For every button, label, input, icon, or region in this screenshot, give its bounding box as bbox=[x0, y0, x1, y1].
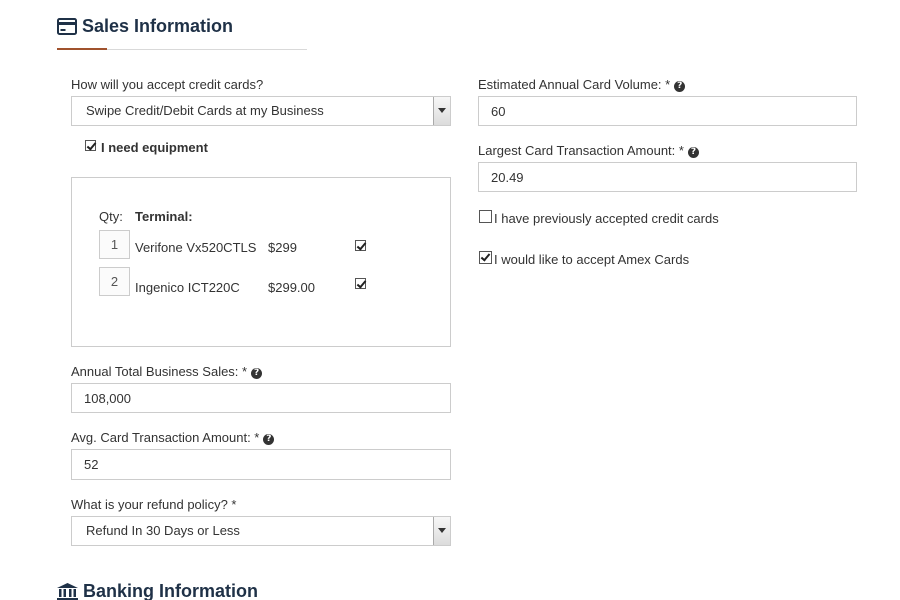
accept-cards-value: Swipe Credit/Debit Cards at my Business bbox=[86, 103, 324, 118]
banking-section-title: Banking Information bbox=[83, 581, 258, 600]
refund-policy-label: What is your refund policy? * bbox=[71, 497, 237, 512]
largest-transaction-label: Largest Card Transaction Amount: *? bbox=[478, 143, 699, 158]
accept-cards-select[interactable]: Swipe Credit/Debit Cards at my Business bbox=[71, 96, 451, 126]
annual-sales-input[interactable]: 108,000 bbox=[71, 383, 451, 413]
chevron-down-icon[interactable] bbox=[433, 517, 450, 545]
help-icon[interactable]: ? bbox=[687, 147, 699, 158]
qty-input[interactable]: 2 bbox=[99, 267, 130, 296]
refund-policy-value: Refund In 30 Days or Less bbox=[86, 523, 240, 538]
help-icon[interactable]: ? bbox=[674, 81, 686, 92]
annual-sales-label-text: Annual Total Business Sales: * bbox=[71, 364, 248, 379]
chevron-down-icon[interactable] bbox=[433, 97, 450, 125]
sales-section-title: Sales Information bbox=[82, 16, 234, 36]
credit-card-icon bbox=[57, 18, 77, 35]
help-icon[interactable]: ? bbox=[251, 368, 263, 379]
equipment-panel: Qty: Terminal: 1 Verifone Vx520CTLS $299… bbox=[71, 177, 451, 347]
banking-section-header: Banking Information bbox=[57, 580, 317, 600]
terminal-select-checkbox[interactable] bbox=[355, 278, 366, 289]
terminal-header: Terminal: bbox=[135, 209, 193, 224]
need-equipment-checkbox[interactable] bbox=[85, 140, 96, 151]
est-volume-input[interactable]: 60 bbox=[478, 96, 857, 126]
amex-checkbox[interactable] bbox=[479, 251, 492, 264]
terminal-select-checkbox[interactable] bbox=[355, 240, 366, 251]
avg-transaction-input[interactable]: 52 bbox=[71, 449, 451, 480]
prev-accepted-checkbox[interactable] bbox=[479, 210, 492, 223]
avg-transaction-label: Avg. Card Transaction Amount: *? bbox=[71, 430, 275, 445]
bank-icon bbox=[57, 583, 78, 600]
qty-header: Qty: bbox=[99, 209, 123, 224]
help-icon[interactable]: ? bbox=[263, 434, 275, 445]
avg-transaction-label-text: Avg. Card Transaction Amount: * bbox=[71, 430, 260, 445]
equipment-row: 1 Verifone Vx520CTLS $299 bbox=[99, 230, 429, 260]
accept-cards-label: How will you accept credit cards? bbox=[71, 77, 264, 92]
largest-transaction-label-text: Largest Card Transaction Amount: * bbox=[478, 143, 684, 158]
terminal-name: Verifone Vx520CTLS bbox=[135, 240, 257, 255]
equipment-row: 2 Ingenico ICT220C $299.00 bbox=[99, 267, 429, 297]
est-volume-label-text: Estimated Annual Card Volume: * bbox=[478, 77, 671, 92]
terminal-price: $299.00 bbox=[268, 280, 315, 295]
need-equipment-label: I need equipment bbox=[101, 140, 208, 155]
annual-sales-label: Annual Total Business Sales: *? bbox=[71, 364, 263, 379]
est-volume-label: Estimated Annual Card Volume: *? bbox=[478, 77, 686, 92]
terminal-price: $299 bbox=[268, 240, 297, 255]
terminal-name: Ingenico ICT220C bbox=[135, 280, 240, 295]
sales-title-accent bbox=[57, 48, 107, 50]
qty-input[interactable]: 1 bbox=[99, 230, 130, 259]
largest-transaction-input[interactable]: 20.49 bbox=[478, 162, 857, 192]
amex-label: I would like to accept Amex Cards bbox=[494, 252, 690, 267]
refund-policy-select[interactable]: Refund In 30 Days or Less bbox=[71, 516, 451, 546]
prev-accepted-label: I have previously accepted credit cards bbox=[494, 211, 719, 226]
